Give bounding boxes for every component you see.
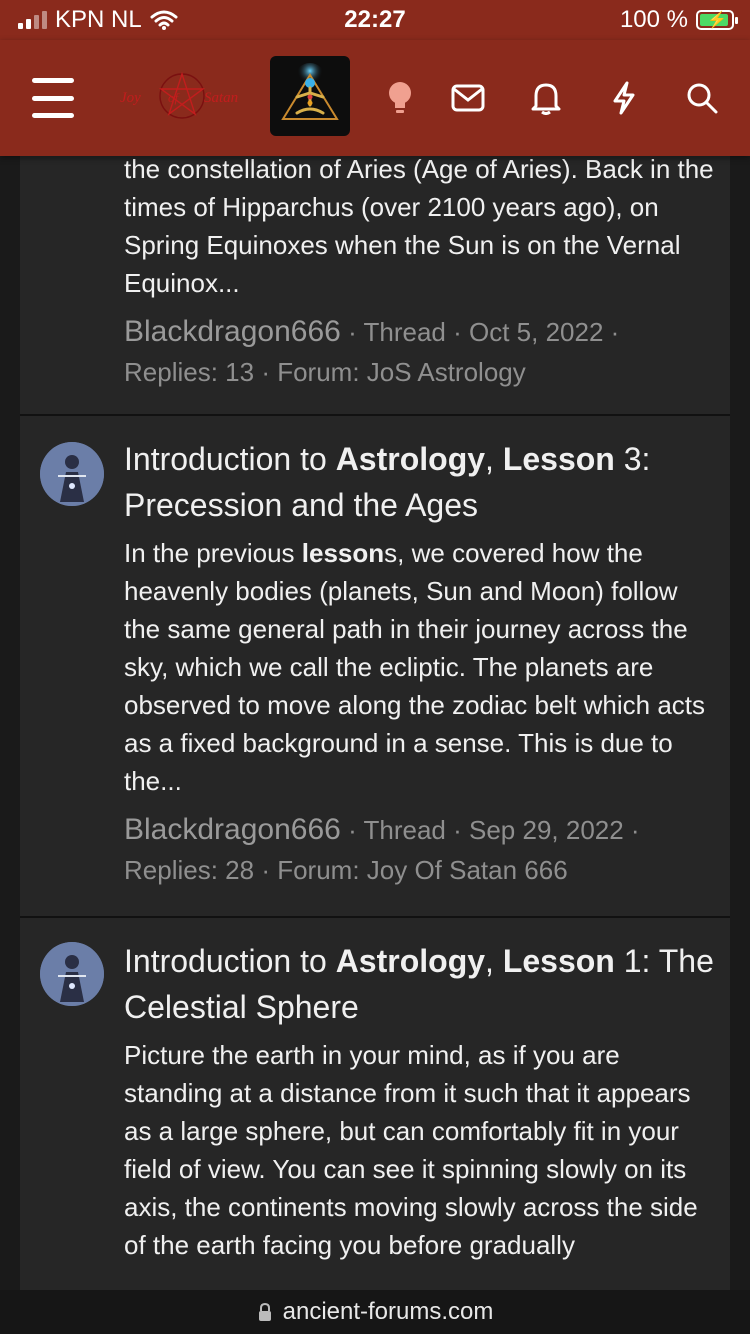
svg-text:Satan: Satan: [204, 90, 238, 106]
bolt-icon[interactable]: [600, 74, 648, 122]
site-logo[interactable]: Joy of Satan: [118, 68, 246, 128]
lightbulb-icon[interactable]: [376, 74, 424, 122]
result-snippet: Picture the earth in your mind, as if yo…: [124, 1040, 698, 1260]
battery-icon: ⚡: [696, 10, 738, 30]
meditation-figure-icon: [281, 63, 339, 120]
url-domain: ancient-forums.com: [282, 1298, 494, 1325]
result-snippet: In the previous lessons, we covered how …: [124, 538, 706, 796]
result-type: Thread: [363, 815, 446, 845]
search-results: the constellation of Aries (Age of Aries…: [0, 156, 750, 1290]
browser-url-bar[interactable]: ancient-forums.com: [0, 1290, 750, 1334]
list-item[interactable]: Introduction to Astrology, Lesson 1: The…: [20, 918, 730, 1290]
author-avatar[interactable]: [40, 942, 104, 1006]
lock-icon: [258, 1302, 271, 1321]
pentagram-logo-icon: Joy of Satan: [120, 71, 238, 119]
author-avatar[interactable]: [40, 442, 104, 506]
status-right: 100 % ⚡: [619, 6, 738, 34]
search-icon[interactable]: [678, 74, 726, 122]
list-item[interactable]: Introduction to Astrology, Lesson 3: Pre…: [20, 416, 730, 916]
svg-text:Joy: Joy: [120, 90, 141, 106]
result-snippet: the constellation of Aries (Age of Aries…: [124, 156, 714, 298]
result-replies: Replies: 28: [124, 855, 255, 885]
avatar-figure-icon: [40, 942, 104, 1006]
author-link[interactable]: Blackdragon666: [124, 813, 341, 846]
result-type: Thread: [363, 317, 446, 347]
site-header: Joy of Satan: [0, 40, 750, 156]
result-replies: Replies: 13: [124, 357, 255, 387]
battery-percent: 100 %: [619, 6, 688, 33]
mail-icon[interactable]: [444, 74, 492, 122]
result-title[interactable]: Introduction to Astrology, Lesson 1: The…: [124, 938, 720, 1030]
result-meta: Blackdragon666 · Thread · Sep 29, 2022 ·…: [124, 813, 640, 885]
forum-link[interactable]: Forum: JoS Astrology: [277, 357, 526, 387]
avatar-figure-icon: [40, 442, 104, 506]
status-bar: KPN NL 22:27 100 % ⚡: [0, 0, 750, 40]
user-avatar[interactable]: [270, 56, 350, 136]
result-date: Oct 5, 2022: [469, 317, 604, 347]
forum-link[interactable]: Forum: Joy Of Satan 666: [277, 855, 567, 885]
result-date: Sep 29, 2022: [469, 815, 624, 845]
result-title[interactable]: Introduction to Astrology, Lesson 3: Pre…: [124, 436, 720, 528]
menu-icon[interactable]: [30, 78, 76, 118]
result-meta: Blackdragon666 · Thread · Oct 5, 2022 · …: [124, 315, 620, 387]
author-link[interactable]: Blackdragon666: [124, 315, 341, 348]
list-item[interactable]: the constellation of Aries (Age of Aries…: [20, 156, 730, 414]
bell-icon[interactable]: [522, 74, 570, 122]
